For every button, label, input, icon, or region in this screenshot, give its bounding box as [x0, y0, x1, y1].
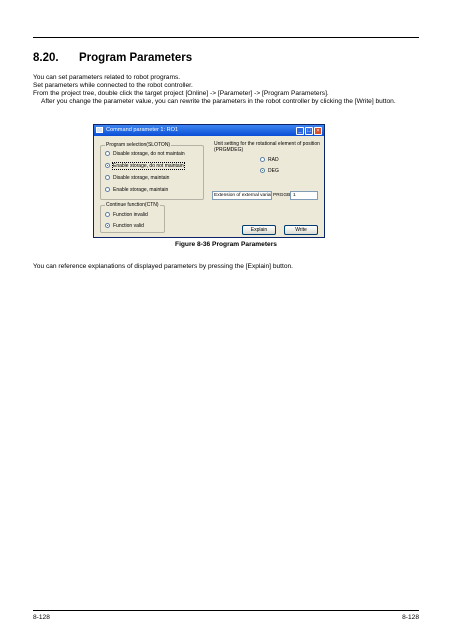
- intro-line: Set parameters while connected to the ro…: [33, 82, 193, 89]
- radio-icon: [105, 175, 110, 180]
- continue-function-legend: Continue function(CTN): [105, 202, 160, 209]
- command-parameter-dialog: Command parameter 1: RO1 _ □ × Program s…: [93, 124, 325, 238]
- unit-setting-label: Unit setting for the rotational element …: [214, 141, 320, 153]
- radio-icon: [105, 187, 110, 192]
- section-heading: 8.20. Program Parameters: [33, 52, 192, 64]
- slotdn-option-enable-no-maintain[interactable]: Enable storage, do not maintain: [105, 162, 185, 170]
- unit-option-deg[interactable]: DEG: [260, 168, 279, 175]
- radio-icon: [260, 157, 265, 162]
- radio-icon: [105, 151, 110, 156]
- radio-selected-icon: [105, 223, 110, 228]
- section-title: Program Parameters: [79, 52, 193, 64]
- header-rule: [33, 37, 419, 38]
- intro-paragraph: You can set parameters related to robot …: [33, 74, 419, 106]
- radio-selected-icon: [260, 168, 265, 173]
- ctn-option-valid[interactable]: Function valid: [105, 223, 144, 230]
- continue-function-group: Continue function(CTN) Function invalid …: [100, 202, 165, 233]
- window-icon: [96, 127, 103, 133]
- explain-button[interactable]: Explain: [242, 225, 276, 235]
- unit-option-rad[interactable]: RAD: [260, 157, 279, 164]
- external-variable-input[interactable]: 1: [290, 191, 318, 200]
- footer-page-left: 8-128: [33, 614, 50, 621]
- slotdn-option-disable-maintain[interactable]: Disable storage, maintain: [105, 175, 169, 182]
- external-variable-label: Extension of external variable: [212, 191, 272, 200]
- section-number: 8.20.: [33, 52, 59, 64]
- intro-line: From the project tree, double click the …: [33, 90, 329, 97]
- program-selection-legend: Program selection(SLOTON): [105, 142, 172, 149]
- slotdn-option-disable-no-maintain[interactable]: Disable storage, do not maintain: [105, 151, 185, 158]
- maximize-icon[interactable]: □: [305, 126, 313, 135]
- write-button[interactable]: Write: [284, 225, 318, 235]
- radio-selected-icon: [105, 163, 110, 168]
- intro-line: You can set parameters related to robot …: [33, 74, 181, 81]
- closing-paragraph: You can reference explanations of displa…: [33, 263, 294, 270]
- minimize-icon[interactable]: _: [296, 126, 304, 135]
- radio-icon: [105, 212, 110, 217]
- slotdn-option-enable-maintain[interactable]: Enable storage, maintain: [105, 187, 168, 194]
- dialog-titlebar: Command parameter 1: RO1 _ □ ×: [94, 125, 324, 136]
- footer-page-right: 8-128: [402, 614, 419, 621]
- intro-line: After you change the parameter value, yo…: [41, 98, 396, 105]
- footer-rule: [33, 610, 419, 611]
- program-selection-group: Program selection(SLOTON) Disable storag…: [100, 142, 204, 200]
- dialog-title: Command parameter 1: RO1: [106, 127, 179, 133]
- figure-caption: Figure 8-36 Program Parameters: [175, 241, 277, 248]
- close-icon[interactable]: ×: [314, 126, 322, 135]
- ctn-option-invalid[interactable]: Function invalid: [105, 212, 148, 219]
